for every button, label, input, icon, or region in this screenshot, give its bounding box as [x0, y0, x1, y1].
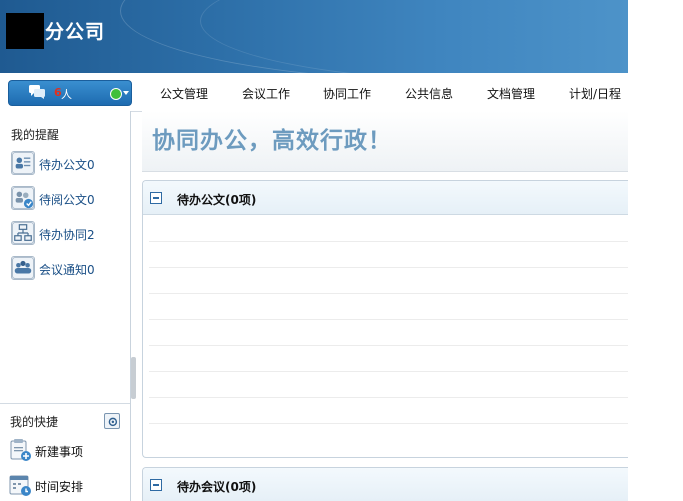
online-status-icon: [110, 88, 122, 100]
shortcut-label: 新建事项: [35, 445, 84, 459]
pending-documents-panel: 待办公文(0项): [142, 180, 628, 458]
redacted-logo: [6, 13, 44, 49]
pending-meetings-panel: 待办会议(0项): [142, 467, 628, 501]
reminder-label: 待办公文0: [39, 158, 95, 172]
gear-icon: [108, 417, 118, 427]
sidebar: 我的提醒 待办公文0 待阅公文0 待办协同2 会议通知0 我的快捷 新建事项 时…: [0, 111, 131, 501]
reminder-label: 会议通知0: [39, 263, 95, 277]
chat-bubbles-icon: [29, 85, 45, 99]
nav-item-meeting-work[interactable]: 会议工作: [242, 85, 290, 102]
slogan-text: 协同办公，高效行政！: [152, 127, 392, 154]
collapse-icon[interactable]: [150, 192, 162, 204]
header-banner: 分公司: [0, 0, 628, 73]
panel-title: 待办会议(0项): [177, 480, 257, 494]
online-users-button[interactable]: 6 人: [8, 80, 132, 106]
company-name: 分公司: [45, 21, 106, 43]
reminder-pending-documents[interactable]: 待办公文0: [11, 151, 121, 177]
list-row-divider: [149, 241, 628, 242]
to-read-document-icon: [11, 186, 35, 210]
list-row-divider: [149, 319, 628, 320]
list-row-divider: [149, 267, 628, 268]
list-row-divider: [149, 397, 628, 398]
app-window: 分公司 6 人 公文管理 会议工作 协同工作 公共信息 文档管理 计划/日程 我…: [0, 0, 628, 501]
reminders-heading: 我的提醒: [11, 128, 60, 142]
collapse-icon[interactable]: [150, 479, 162, 491]
list-row-divider: [149, 371, 628, 372]
new-item-icon: [10, 439, 31, 461]
list-row-divider: [149, 423, 628, 424]
chevron-down-icon: [123, 91, 129, 95]
reminder-label: 待办协同2: [39, 228, 95, 242]
nav-item-file-mgmt[interactable]: 文档管理: [487, 85, 535, 102]
panel-title: 待办公文(0项): [177, 193, 257, 207]
online-count-unit: 人: [61, 88, 72, 101]
list-row-divider: [149, 345, 628, 346]
shortcut-label: 时间安排: [35, 480, 84, 494]
shortcuts-heading: 我的快捷: [10, 415, 59, 429]
meeting-notice-icon: [11, 256, 35, 280]
nav-item-public-info[interactable]: 公共信息: [405, 85, 453, 102]
sidebar-divider: [0, 403, 130, 404]
nav-item-collaboration[interactable]: 协同工作: [323, 85, 371, 102]
reminder-label: 待阅公文0: [39, 193, 95, 207]
slogan-banner: 协同办公，高效行政！: [142, 111, 628, 172]
nav-item-plan-schedule[interactable]: 计划/日程: [569, 85, 621, 102]
shortcut-settings-button[interactable]: [104, 413, 120, 429]
shortcut-new-item[interactable]: 新建事项: [8, 438, 126, 464]
shortcut-schedule[interactable]: 时间安排: [8, 473, 126, 499]
reminder-pending-collaboration[interactable]: 待办协同2: [11, 221, 121, 247]
nav-item-document-mgmt[interactable]: 公文管理: [160, 85, 208, 102]
panel-header: 待办会议(0项): [143, 468, 628, 501]
pending-document-icon: [11, 151, 35, 175]
reminder-meeting-notice[interactable]: 会议通知0: [11, 256, 121, 282]
schedule-icon: [9, 475, 31, 496]
list-row-divider: [149, 293, 628, 294]
sidebar-resize-handle[interactable]: [131, 357, 136, 399]
collaboration-icon: [11, 221, 35, 245]
panel-header: 待办公文(0项): [143, 181, 628, 215]
reminder-to-read-documents[interactable]: 待阅公文0: [11, 186, 121, 212]
